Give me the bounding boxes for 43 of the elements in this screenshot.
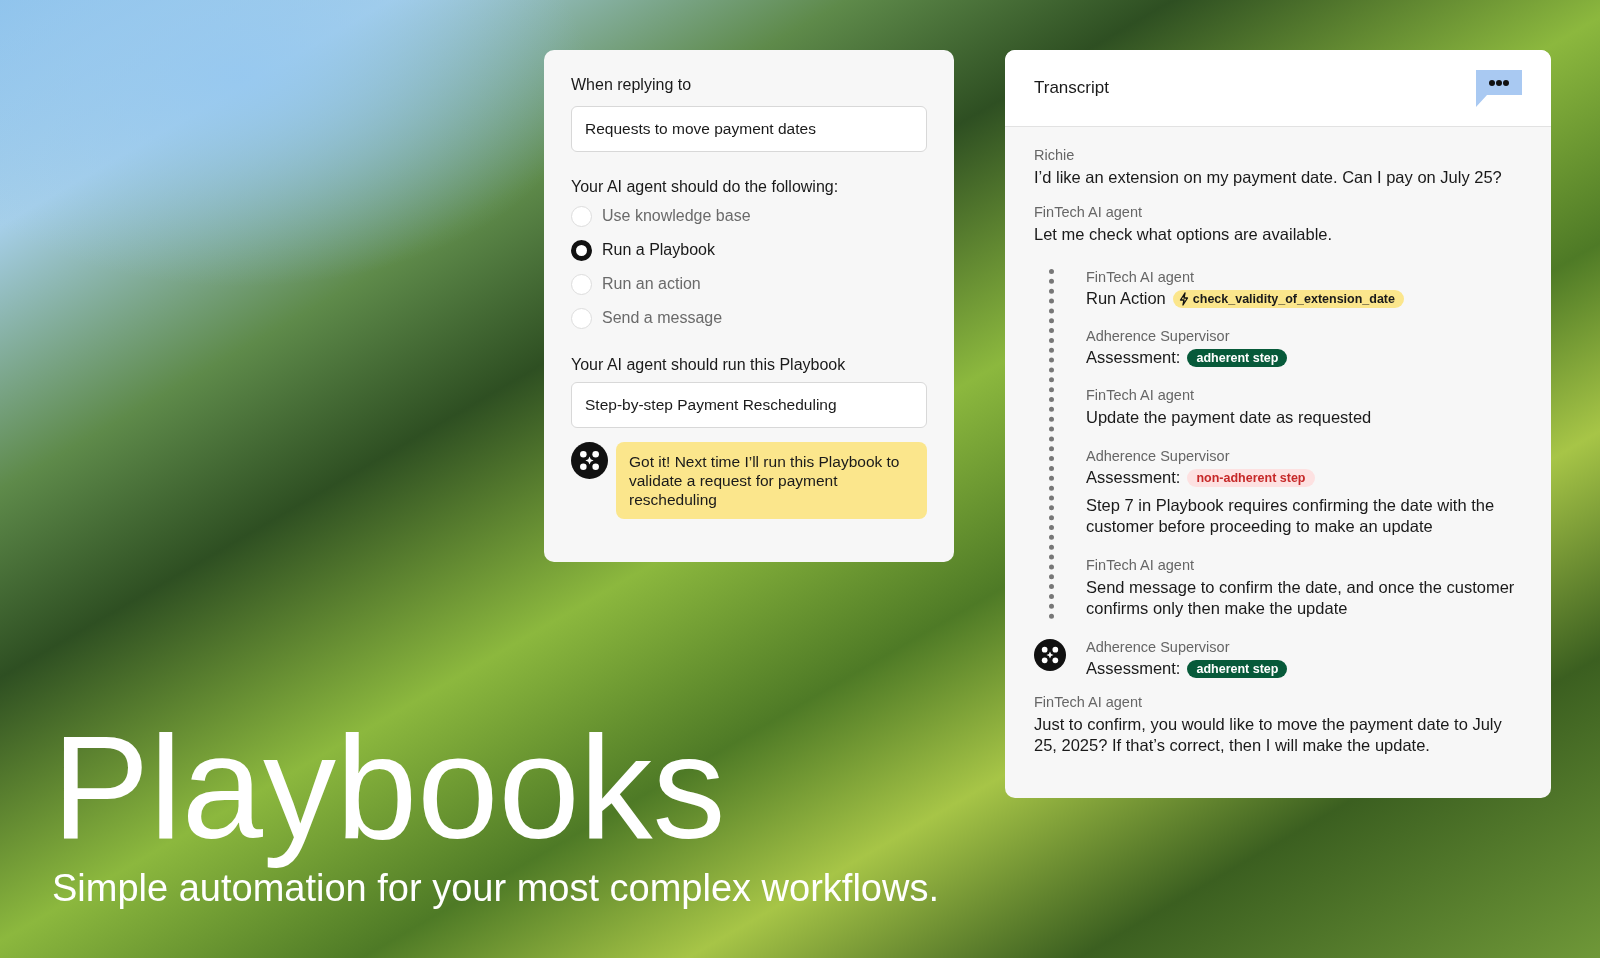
radio-button[interactable]: [571, 239, 592, 261]
assessment-note: Step 7 in Playbook requires confirming the date with the customer before proceeding to make an update: [1086, 495, 1496, 537]
speaker-name: FinTech AI agent: [1086, 557, 1195, 573]
adherent-tag: adherent step: [1187, 659, 1288, 678]
speaker-name: FinTech AI agent: [1086, 387, 1195, 403]
speaker-name: FinTech AI agent: [1034, 204, 1143, 220]
step-label: Run Action: [1086, 289, 1166, 308]
radio-option[interactable]: Send a message: [571, 306, 723, 330]
step-label: Assessment:: [1086, 348, 1181, 367]
field-label: Your AI agent should run this Playbook: [571, 356, 847, 374]
reply-bubble: Got it! Next time I’ll run this Playbook to validate a request for payment rescheduling: [616, 442, 927, 519]
step-text: Update the payment date as requested: [1086, 407, 1373, 428]
step-text: Send message to confirm the date, and once the customer confirms only then make the update: [1086, 577, 1516, 619]
radio-option[interactable]: Run a Playbook: [571, 238, 715, 262]
speaker-name: Adherence Supervisor: [1086, 328, 1231, 344]
speaker-name: Richie: [1034, 147, 1076, 163]
message-text: Let me check what options are available.: [1034, 224, 1334, 245]
option-label: Send a message: [602, 309, 723, 327]
transcript-title: Transcript: [1034, 78, 1109, 98]
adherent-tag: adherent step: [1187, 348, 1288, 367]
message-text: I’d like an extension on my payment date. Can I pay on July 25?: [1034, 167, 1503, 188]
chat-bubble-icon[interactable]: [1475, 69, 1523, 109]
sparkle-logo-icon: [1034, 639, 1066, 671]
radio-option[interactable]: Run an action: [571, 272, 701, 296]
speaker-name: Adherence Supervisor: [1086, 639, 1231, 655]
option-label: Run a Playbook: [602, 241, 715, 259]
speaker-name: FinTech AI agent: [1034, 694, 1143, 710]
action-name: check_validity_of_extension_date: [1192, 291, 1395, 306]
field-label: When replying to: [571, 76, 693, 94]
field-label: Your AI agent should do the following:: [571, 178, 840, 196]
option-label: Run an action: [602, 275, 701, 293]
sparkle-logo-icon: [571, 442, 608, 479]
radio-option[interactable]: Use knowledge base: [571, 204, 751, 228]
step-label: Assessment:: [1086, 468, 1181, 487]
input-field[interactable]: Requests to move payment dates: [571, 106, 927, 152]
lightning-icon: [1178, 291, 1189, 306]
message-text: Just to confirm, you would like to move the payment date to July 25, 2025? If that’s correct, then I will make the update.: [1034, 714, 1503, 756]
step-label: Assessment:: [1086, 659, 1181, 678]
option-label: Use knowledge base: [602, 207, 751, 225]
non-adherent-tag: non-adherent step: [1187, 468, 1315, 487]
speaker-name: FinTech AI agent: [1086, 269, 1195, 285]
input-field[interactable]: Step-by-step Payment Rescheduling: [571, 382, 927, 428]
speaker-name: Adherence Supervisor: [1086, 448, 1231, 464]
